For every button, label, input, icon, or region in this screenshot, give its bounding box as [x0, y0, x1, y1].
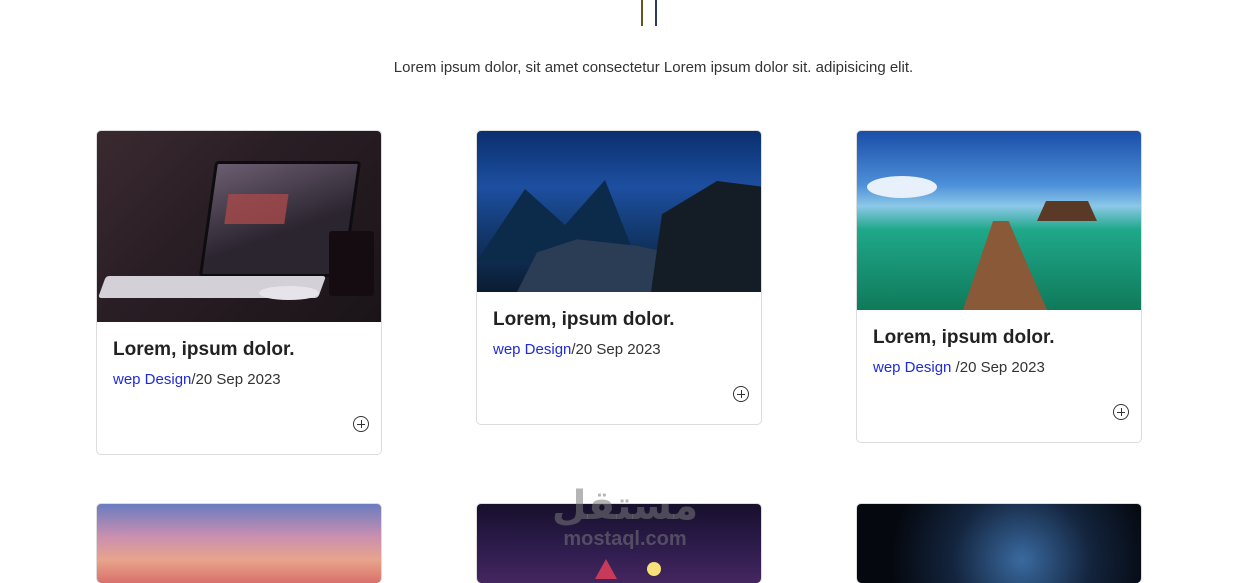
blog-card[interactable]: Lorem, ipsum dolor. wep Design/20 Sep 20… [96, 130, 382, 455]
blog-card[interactable] [856, 503, 1142, 583]
category-link[interactable]: wep Design [113, 371, 191, 388]
card-title: Lorem, ipsum dolor. [873, 327, 1055, 348]
card-meta: wep Design/20 Sep 2023 [493, 341, 745, 358]
blog-card[interactable]: Lorem, ipsum dolor. wep Design /20 Sep 2… [856, 130, 1142, 443]
card-title: Lorem, ipsum dolor. [113, 339, 295, 360]
blog-card[interactable]: Lorem, ipsum dolor. wep Design/20 Sep 20… [476, 130, 762, 425]
card-date: /20 Sep 2023 [191, 371, 281, 388]
blog-card[interactable] [96, 503, 382, 583]
category-link[interactable]: wep Design [873, 359, 951, 376]
panther-image [477, 131, 761, 292]
card-date: /20 Sep 2023 [571, 341, 661, 358]
sea-pier-image [857, 131, 1141, 310]
laptop-image [97, 131, 381, 322]
space-image [857, 504, 1141, 583]
card-title: Lorem, ipsum dolor. [493, 309, 675, 330]
card-meta: wep Design /20 Sep 2023 [873, 359, 1125, 376]
plus-circle-icon[interactable] [733, 386, 749, 402]
mostaql-watermark: مستقل mostaql.com [551, 484, 699, 550]
section-intro-text: Lorem ipsum dolor, sit amet consectetur … [393, 59, 914, 76]
card-meta: wep Design/20 Sep 2023 [113, 371, 365, 388]
sunset-image [97, 504, 381, 583]
plus-circle-icon[interactable] [1113, 404, 1129, 420]
title-underline-divider [641, 0, 659, 26]
plus-circle-icon[interactable] [353, 416, 369, 432]
card-date: /20 Sep 2023 [951, 359, 1045, 376]
category-link[interactable]: wep Design [493, 341, 571, 358]
